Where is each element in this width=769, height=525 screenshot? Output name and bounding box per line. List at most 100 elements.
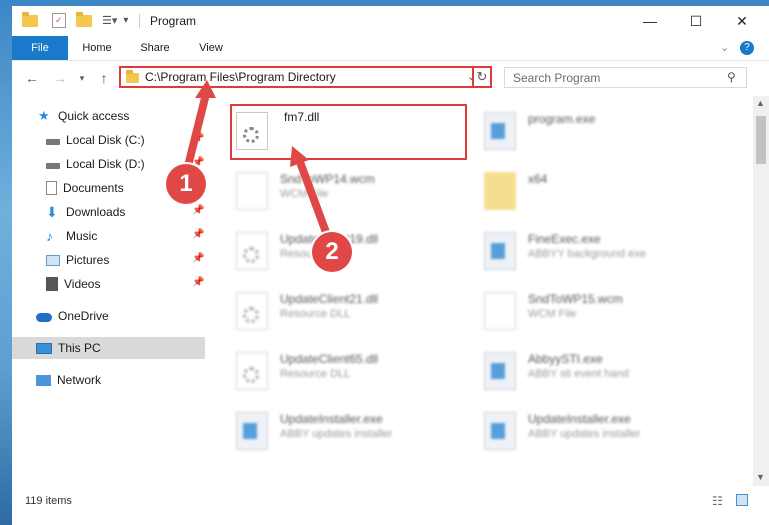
- vertical-scrollbar[interactable]: ▲ ▼: [753, 96, 769, 486]
- search-icon: ⚲: [727, 70, 736, 84]
- file-item[interactable]: UpdateClient21.dll Resource DLL: [232, 286, 468, 338]
- file-name: UpdateInstaller.exe: [528, 412, 631, 426]
- drive-icon: [46, 139, 60, 145]
- help-icon[interactable]: ?: [740, 41, 754, 55]
- forward-arrow-icon[interactable]: →: [50, 68, 70, 88]
- dll-file-icon: [236, 232, 268, 270]
- sidebar-item-onedrive[interactable]: OneDrive: [12, 305, 205, 327]
- close-button[interactable]: ✕: [719, 6, 765, 36]
- network-icon: [36, 374, 51, 386]
- window-title: Program: [150, 14, 197, 28]
- sidebar-item-label: OneDrive: [58, 309, 109, 323]
- pin-icon[interactable]: 📌: [192, 133, 204, 144]
- folder-icon: [484, 172, 516, 210]
- status-bar: 119 items ☷: [12, 488, 769, 518]
- file-item[interactable]: SndToWP14.wcm WCM File: [232, 166, 468, 218]
- step-2-badge: 2: [312, 232, 352, 272]
- maximize-button[interactable]: ☐: [673, 6, 719, 36]
- sidebar-item-music[interactable]: ♪ Music 📌: [12, 225, 205, 247]
- sidebar-item-downloads[interactable]: ⬇ Downloads 📌: [12, 201, 205, 223]
- file-item[interactable]: SndToWP15.wcm WCM File: [480, 286, 716, 338]
- sidebar-item-local-disk-c[interactable]: Local Disk (C:) 📌: [12, 129, 205, 151]
- minimize-button[interactable]: —: [627, 6, 673, 36]
- file-name: SndToWP14.wcm: [280, 172, 375, 186]
- dropdown-arrow-icon[interactable]: ▾: [123, 15, 128, 26]
- file-item[interactable]: AbbyySTI.exe ABBY sti event hand: [480, 346, 716, 398]
- music-icon: ♪: [46, 228, 53, 244]
- file-item[interactable]: UpdateInstaller.exe ABBY updates install…: [232, 406, 468, 458]
- refresh-button[interactable]: ↻: [472, 66, 492, 88]
- pc-icon: [36, 342, 52, 354]
- ribbon: File Home Share View ⌄ ?: [12, 36, 769, 61]
- star-icon: ★: [38, 108, 50, 123]
- sidebar-item-videos[interactable]: Videos 📌: [12, 273, 205, 295]
- file-type: ABBY updates installer: [280, 428, 393, 440]
- document-file-icon: [236, 172, 268, 210]
- tab-home[interactable]: Home: [74, 36, 120, 60]
- address-bar[interactable]: C:\Program Files\Program Directory ⌄: [119, 66, 492, 88]
- sidebar-item-label: Local Disk (C:): [66, 133, 145, 147]
- expand-ribbon-icon[interactable]: ⌄: [720, 41, 729, 54]
- sidebar-item-label: Music: [66, 229, 98, 243]
- sidebar-item-quick-access[interactable]: ★ Quick access: [12, 105, 205, 127]
- file-type: ABBY updates installer: [528, 428, 641, 440]
- tab-share[interactable]: Share: [132, 36, 178, 60]
- file-name: FineExec.exe: [528, 232, 601, 246]
- file-type: WCM File: [280, 188, 329, 200]
- pin-icon[interactable]: 📌: [192, 253, 204, 264]
- pin-icon[interactable]: 📌: [192, 229, 204, 240]
- sidebar-item-label: Local Disk (D:): [66, 157, 145, 171]
- details-view-icon[interactable]: ☷: [712, 494, 723, 508]
- pin-icon[interactable]: 📌: [192, 205, 204, 216]
- step-1-badge: 1: [166, 164, 206, 204]
- file-item[interactable]: x64: [480, 166, 716, 218]
- sidebar-item-network[interactable]: Network: [12, 369, 205, 391]
- scroll-thumb[interactable]: [756, 116, 766, 164]
- exe-file-icon: [484, 232, 516, 270]
- properties-icon[interactable]: ✓: [52, 13, 66, 28]
- sidebar-item-label: Documents: [63, 181, 124, 195]
- file-name: UpdateClient21.dll: [280, 292, 379, 306]
- sidebar-item-label: This PC: [58, 341, 101, 355]
- title-bar: ✓ ☰▾ ▾ Program — ☐ ✕: [12, 6, 769, 36]
- large-icons-view-icon[interactable]: [736, 494, 748, 506]
- sidebar-item-label: Downloads: [66, 205, 126, 219]
- sidebar-item-this-pc[interactable]: This PC: [12, 337, 205, 359]
- dll-file-icon: [236, 352, 268, 390]
- sidebar-item-label: Videos: [64, 277, 101, 291]
- file-type: ABBYY background exe: [528, 248, 646, 260]
- search-box[interactable]: Search Program ⚲: [504, 67, 747, 88]
- tab-view[interactable]: View: [188, 36, 234, 60]
- sidebar-item-label: Pictures: [66, 253, 110, 267]
- file-item[interactable]: program.exe: [480, 106, 716, 158]
- back-arrow-icon[interactable]: ←: [22, 68, 42, 88]
- new-folder-icon[interactable]: [76, 11, 92, 27]
- file-type: Resource DLL: [280, 308, 351, 320]
- exe-file-icon: [484, 112, 516, 150]
- file-name: UpdateClient65.dll: [280, 352, 379, 366]
- sidebar-item-pictures[interactable]: Pictures 📌: [12, 249, 205, 271]
- recent-locations-icon[interactable]: ▾: [72, 68, 92, 88]
- up-arrow-icon[interactable]: ↑: [94, 68, 114, 88]
- file-item[interactable]: UpdateClient65.dll Resource DLL: [232, 346, 468, 398]
- pin-icon[interactable]: 📌: [192, 277, 204, 288]
- file-item[interactable]: UpdateInstaller.exe ABBY updates install…: [480, 406, 716, 458]
- file-name: program.exe: [528, 112, 596, 126]
- sidebar-item-label: Network: [57, 373, 102, 387]
- file-name: SndToWP15.wcm: [528, 292, 623, 306]
- scroll-down-icon[interactable]: ▼: [756, 472, 765, 482]
- file-name: x64: [528, 172, 548, 186]
- folder-icon: [126, 70, 139, 83]
- item-count: 119 items: [25, 495, 72, 507]
- navigation-pane: ★ Quick access Local Disk (C:) 📌 Local D…: [12, 96, 205, 486]
- exe-file-icon: [484, 352, 516, 390]
- exe-file-icon: [484, 412, 516, 450]
- file-type: ABBY sti event hand: [528, 368, 629, 380]
- file-type: Resource DLL: [280, 368, 351, 380]
- file-item[interactable]: FineExec.exe ABBYY background exe: [480, 226, 716, 278]
- tab-file[interactable]: File: [12, 36, 68, 60]
- folder-icon[interactable]: [22, 11, 38, 27]
- videos-icon: [46, 277, 58, 291]
- customize-icon[interactable]: ☰▾: [102, 14, 117, 27]
- scroll-up-icon[interactable]: ▲: [756, 98, 765, 108]
